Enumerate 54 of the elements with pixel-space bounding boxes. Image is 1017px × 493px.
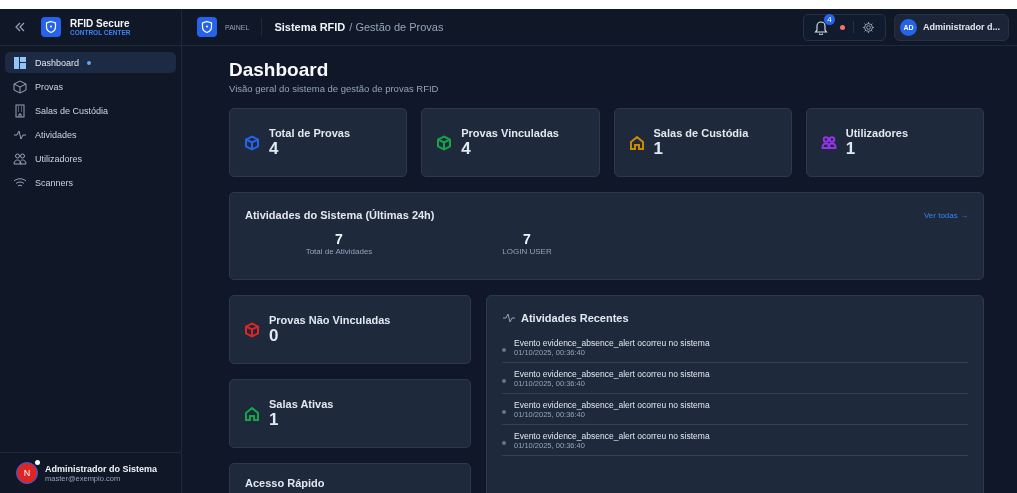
bullet-dot <box>502 347 506 352</box>
nav-item[interactable]: Utilizadores <box>5 148 176 169</box>
stat-value: 4 <box>461 138 472 159</box>
users-icon <box>13 151 27 166</box>
bullet-dot <box>502 440 506 445</box>
bullet-dot <box>502 378 506 383</box>
online-dot <box>35 460 40 465</box>
view-all-link[interactable]: Ver todas → <box>923 210 968 220</box>
box-icon <box>13 79 27 94</box>
page-title: Dashboard <box>229 59 330 81</box>
metric-label: Total de Atividades <box>305 247 373 256</box>
nav-item[interactable]: Atividades <box>5 124 176 145</box>
metric-label: LOGIN USER <box>502 247 552 256</box>
user-avatar[interactable]: N <box>16 462 38 484</box>
settings-icon[interactable] <box>862 20 875 34</box>
stat-value: 1 <box>269 409 280 430</box>
section-title: Atividades Recentes <box>521 312 629 324</box>
section-title: Acesso Rápido <box>245 477 325 489</box>
nav-item[interactable]: Provas <box>5 76 176 97</box>
status-dot <box>840 24 845 30</box>
user-name: Administrador do Sistema <box>45 463 158 474</box>
header-title: Sistema RFID <box>274 21 346 33</box>
activity-text: Evento evidence_absence_alert ocorreu no sistema <box>514 369 710 379</box>
nav-item[interactable]: Dashboard <box>5 52 176 73</box>
nav-item[interactable]: Scanners <box>5 172 176 193</box>
notification-count: 4 <box>824 13 835 25</box>
stat-label: Provas Não Vinculadas <box>269 313 391 326</box>
stat-label: Provas Vinculadas <box>461 126 559 139</box>
stat-label: Salas de Custódia <box>653 126 749 139</box>
page-subtitle: Visão geral do sistema de gestão de provas RFID <box>229 83 440 94</box>
building-icon <box>13 103 27 118</box>
activity-text: Evento evidence_absence_alert ocorreu no sistema <box>514 400 710 410</box>
breadcrumb: / Gestão de Provas <box>349 21 444 33</box>
stat-label: Total de Provas <box>269 126 351 139</box>
nav-item[interactable]: Salas de Custódia <box>5 100 176 121</box>
stat-label: Salas Ativas <box>269 397 334 410</box>
shield-icon <box>197 17 217 37</box>
activity-text: Evento evidence_absence_alert ocorreu no sistema <box>514 338 710 348</box>
stat-value: 4 <box>269 138 280 159</box>
stat-value: 0 <box>269 325 280 346</box>
brand-title: RFID Secure <box>70 18 131 29</box>
section-title: Atividades do Sistema (Últimas 24h) <box>245 209 435 221</box>
metric-value: 7 <box>523 231 531 247</box>
activity-icon <box>502 312 516 324</box>
dashboard-icon <box>13 55 27 70</box>
notification-bell-icon[interactable] <box>814 19 828 35</box>
collapse-icon[interactable] <box>14 21 26 33</box>
bullet-dot <box>502 409 506 414</box>
stat-value: 1 <box>653 138 664 159</box>
shield-logo-icon <box>41 17 61 37</box>
stat-value: 1 <box>845 138 857 159</box>
stat-label: Utilizadores <box>845 126 909 139</box>
metric-value: 7 <box>335 231 343 247</box>
activity-text: Evento evidence_absence_alert ocorreu no sistema <box>514 431 710 441</box>
